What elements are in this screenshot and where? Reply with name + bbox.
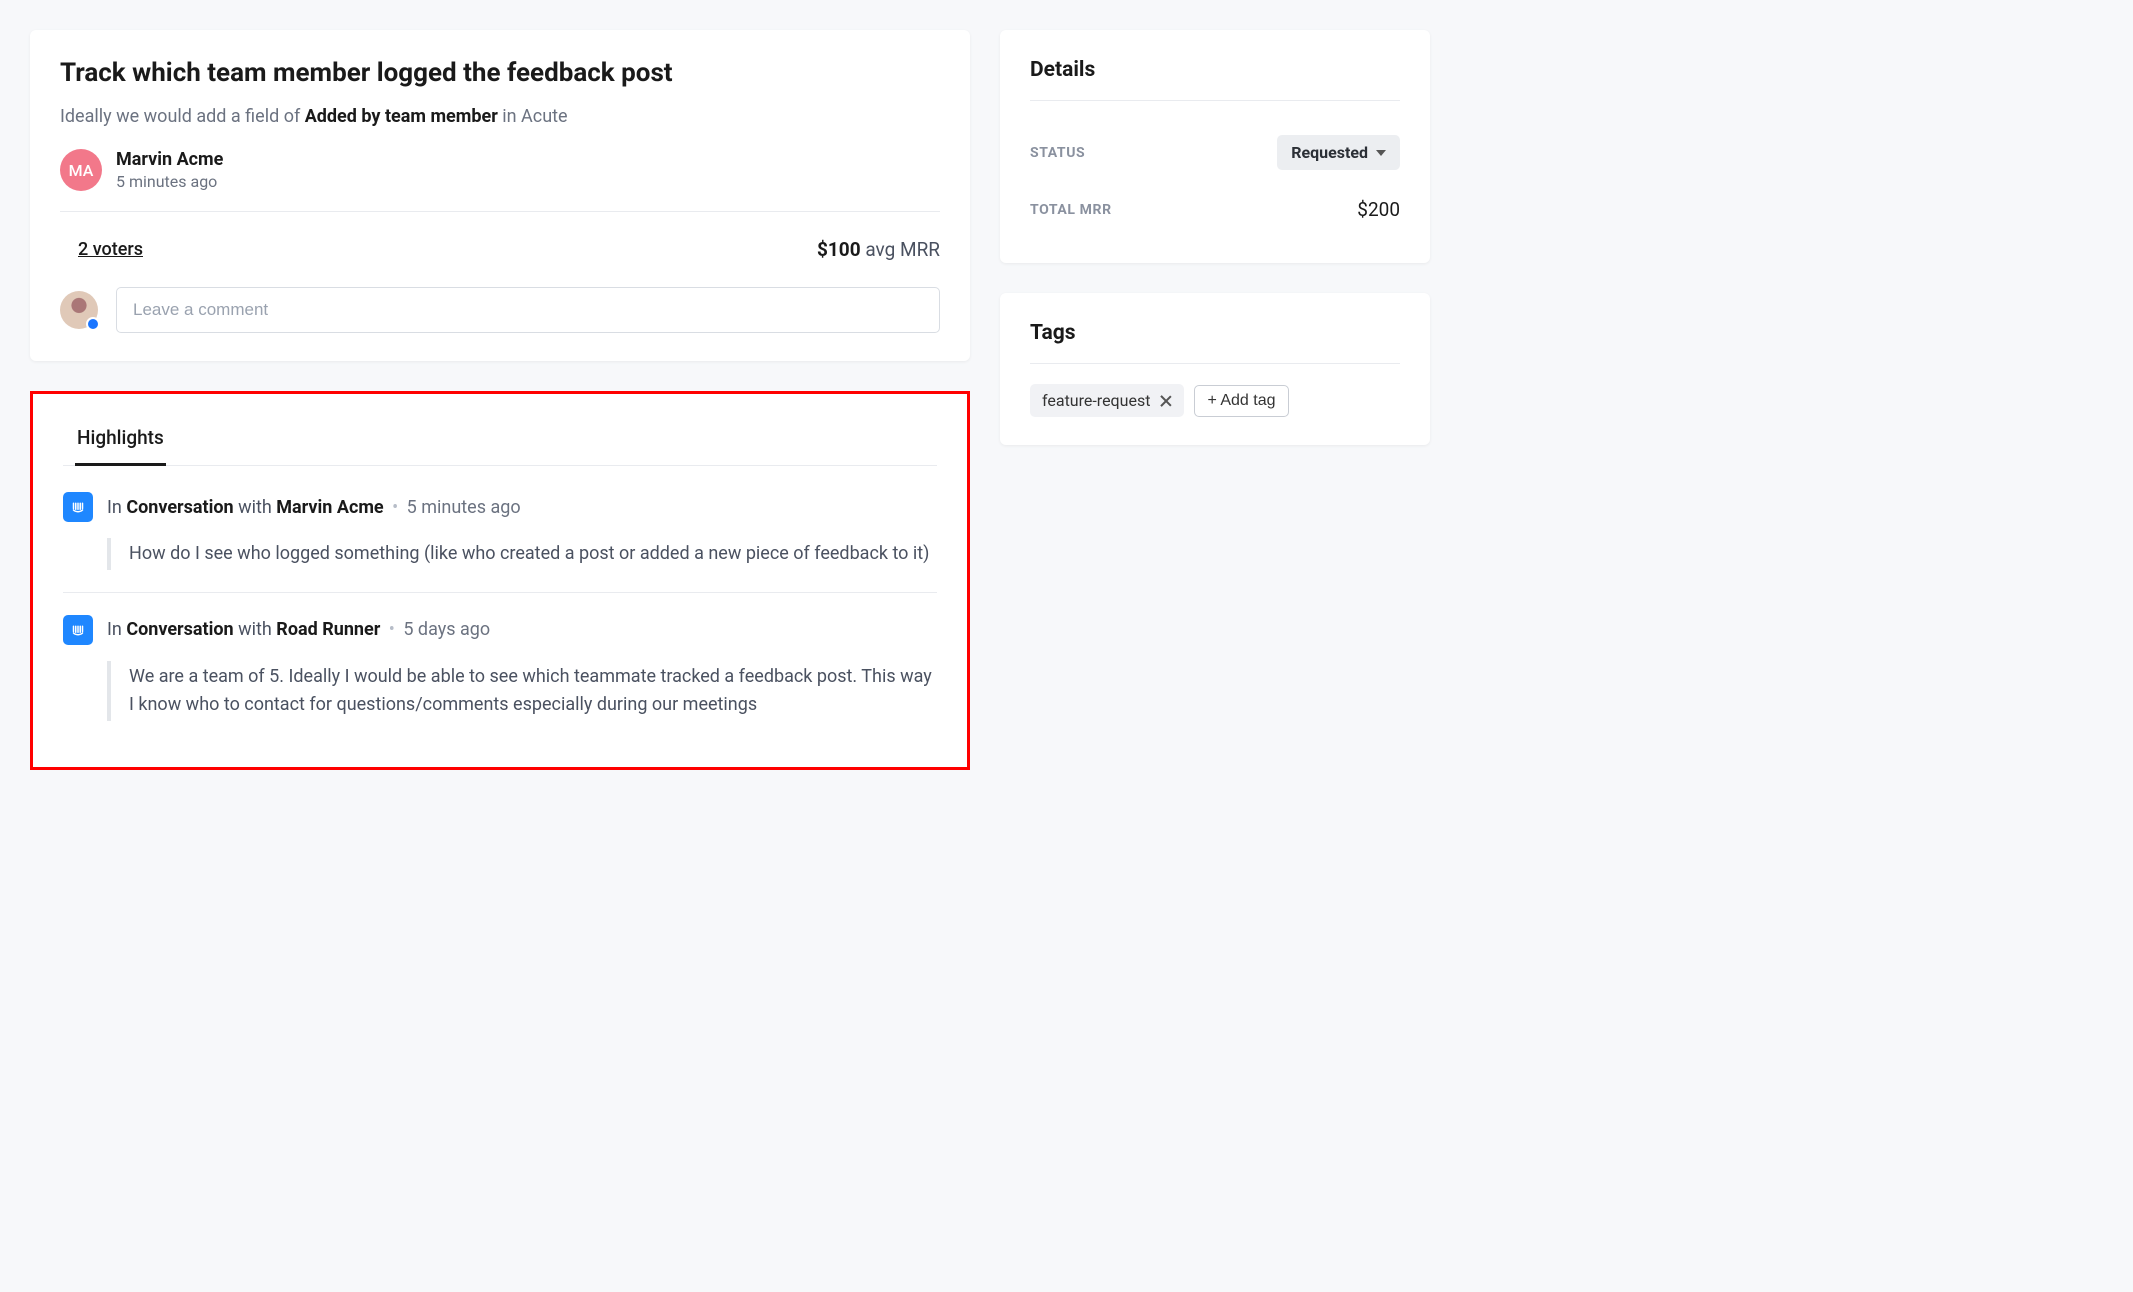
highlight-meta[interactable]: In Conversation with Road Runner • 5 day… <box>107 619 490 640</box>
status-value: Requested <box>1291 143 1368 162</box>
stats-row: 2 voters $100 avg MRR <box>60 212 940 287</box>
author-row: MA Marvin Acme 5 minutes ago <box>60 149 940 212</box>
tags-row: feature-request + Add tag <box>1030 384 1400 417</box>
highlight-name: Marvin Acme <box>276 497 383 518</box>
highlight-item: In Conversation with Marvin Acme • 5 min… <box>63 492 937 593</box>
avg-mrr-suffix: avg MRR <box>861 238 940 261</box>
avatar-badge-icon <box>86 317 100 331</box>
highlight-time: 5 days ago <box>403 619 490 640</box>
avg-mrr: $100 avg MRR <box>817 238 940 261</box>
avg-mrr-value: $100 <box>817 238 861 261</box>
highlight-time: 5 minutes ago <box>407 497 521 518</box>
total-mrr-label: TOTAL MRR <box>1030 202 1112 218</box>
highlight-conv: Conversation <box>126 619 233 640</box>
post-desc-post: in Acute <box>498 106 568 127</box>
highlight-conv: Conversation <box>126 497 233 518</box>
intercom-icon <box>63 615 93 645</box>
total-mrr-row: TOTAL MRR $200 <box>1030 184 1400 235</box>
highlight-item: In Conversation with Road Runner • 5 day… <box>63 615 937 743</box>
details-card: Details STATUS Requested TOTAL MRR $200 <box>1000 30 1430 263</box>
feedback-post-card: Track which team member logged the feedb… <box>30 30 970 361</box>
highlight-mid: with <box>234 619 277 640</box>
tag-chip[interactable]: feature-request <box>1030 384 1184 417</box>
current-user-avatar <box>60 291 98 329</box>
author-time: 5 minutes ago <box>116 172 223 191</box>
status-row: STATUS Requested <box>1030 121 1400 184</box>
add-tag-button[interactable]: + Add tag <box>1194 385 1288 417</box>
tags-title: Tags <box>1030 321 1400 364</box>
highlight-name: Road Runner <box>276 619 380 640</box>
chevron-down-icon <box>1376 150 1386 156</box>
tags-card: Tags feature-request + Add tag <box>1000 293 1430 445</box>
post-desc-pre: Ideally we would add a field of <box>60 106 305 127</box>
author-name: Marvin Acme <box>116 149 223 170</box>
highlight-quote: How do I see who logged something (like … <box>107 538 937 570</box>
dot-icon: • <box>389 619 395 640</box>
highlight-quote: We are a team of 5. Ideally I would be a… <box>107 661 937 721</box>
highlight-head: In Conversation with Marvin Acme • 5 min… <box>63 492 937 522</box>
close-icon[interactable] <box>1160 395 1172 407</box>
tab-highlights[interactable]: Highlights <box>75 426 166 466</box>
post-description: Ideally we would add a field of Added by… <box>60 106 940 127</box>
highlight-head: In Conversation with Road Runner • 5 day… <box>63 615 937 645</box>
status-dropdown[interactable]: Requested <box>1277 135 1400 170</box>
tab-row: Highlights <box>63 426 937 466</box>
comment-input[interactable] <box>116 287 940 333</box>
comment-row <box>60 287 940 333</box>
tag-label: feature-request <box>1042 391 1150 410</box>
total-mrr-value: $200 <box>1357 198 1400 221</box>
highlight-prefix: In <box>107 619 126 640</box>
highlight-prefix: In <box>107 497 126 518</box>
intercom-icon <box>63 492 93 522</box>
highlight-mid: with <box>234 497 277 518</box>
status-label: STATUS <box>1030 145 1085 161</box>
details-title: Details <box>1030 58 1400 101</box>
dot-icon: • <box>392 497 398 518</box>
voters-link[interactable]: 2 voters <box>78 239 143 260</box>
highlights-card: Highlights In Conversation with Marvin A… <box>30 391 970 770</box>
post-title: Track which team member logged the feedb… <box>60 58 940 88</box>
highlight-meta[interactable]: In Conversation with Marvin Acme • 5 min… <box>107 497 521 518</box>
post-desc-bold: Added by team member <box>305 106 498 127</box>
author-avatar: MA <box>60 149 102 191</box>
